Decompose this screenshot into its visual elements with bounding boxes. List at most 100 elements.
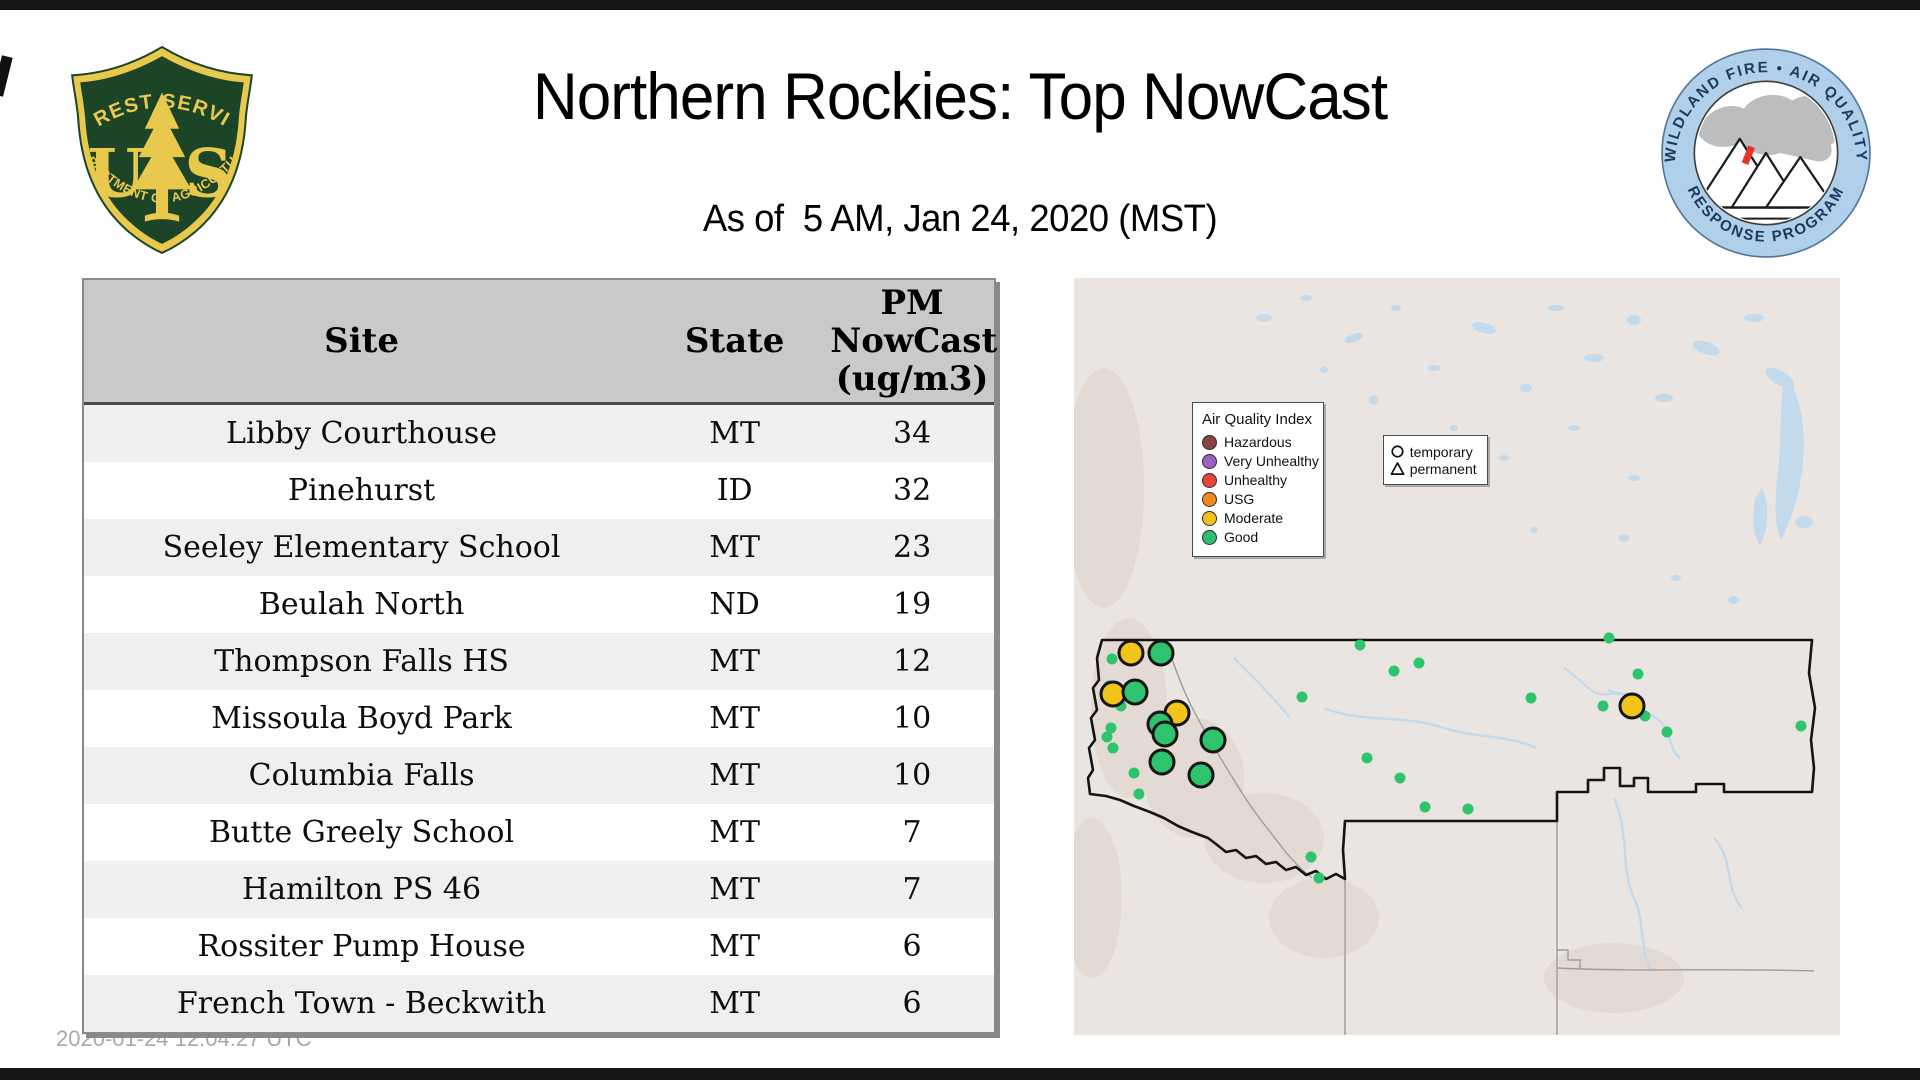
monitor-dot-small: [1107, 742, 1119, 754]
aqi-legend-label: Hazardous: [1223, 434, 1292, 451]
monitor-dot-small: [1462, 803, 1474, 815]
site-cell: Columbia Falls: [248, 758, 475, 793]
symbol-legend-item: temporary: [1390, 443, 1482, 460]
aqi-legend-label: Very Unhealthy: [1223, 453, 1319, 470]
page-subtitle: As of 5 AM, Jan 24, 2020 (MST): [702, 198, 1218, 240]
monitor-dot-small: [1354, 639, 1366, 651]
pm-value-cell: 12: [893, 644, 932, 679]
symbol-legend-item: permanent: [1390, 460, 1482, 477]
bottom-border-bar: [0, 1068, 1920, 1080]
symbol-legend: temporary permanent: [1382, 435, 1489, 486]
table-row: Missoula Boyd Park MT 10: [84, 690, 994, 747]
site-cell: Butte Greely School: [209, 815, 515, 850]
state-cell: MT: [709, 644, 760, 679]
monitor-dot-small: [1128, 767, 1140, 779]
symbol-legend-label: permanent: [1409, 460, 1477, 477]
aqi-color-dot-icon: [1201, 510, 1217, 526]
pm-value-cell: 23: [893, 530, 932, 565]
aqi-legend-item: Unhealthy: [1201, 472, 1315, 489]
monitor-dot-small: [1413, 657, 1425, 669]
aqi-legend-title: Air Quality Index: [1201, 411, 1312, 429]
pm-value-cell: 10: [893, 758, 932, 793]
state-cell: MT: [709, 986, 760, 1021]
site-cell: Hamilton PS 46: [241, 872, 482, 907]
table-header-row: Site State PM NowCast (ug/m3): [84, 280, 998, 405]
aqi-marker-moderate: [1618, 692, 1646, 720]
monitor-dot-small: [1795, 720, 1807, 732]
state-cell: MT: [709, 530, 760, 565]
table-row: Seeley Elementary School MT 23: [84, 519, 994, 576]
column-header-pm-nowcast: PM NowCast (ug/m3): [830, 280, 998, 405]
site-cell: French Town - Beckwith: [176, 986, 547, 1021]
top-border-bar: [0, 0, 1920, 10]
pm-value-cell: 10: [893, 701, 932, 736]
aqi-color-dot-icon: [1201, 434, 1217, 450]
aqi-legend-item: USG: [1201, 491, 1315, 508]
table-row: Beulah North ND 19: [84, 576, 994, 633]
monitor-dot-small: [1388, 665, 1400, 677]
site-cell: Missoula Boyd Park: [211, 701, 512, 736]
page-corner-artifact: [0, 55, 13, 97]
monitor-dot-small: [1106, 653, 1118, 665]
aqi-legend-label: Unhealthy: [1223, 472, 1287, 489]
symbol-legend-label: temporary: [1409, 443, 1473, 460]
monitor-dot-small: [1101, 731, 1113, 743]
site-cell: Libby Courthouse: [226, 416, 498, 451]
pm-header-line2: NowCast: [830, 320, 998, 361]
monitor-dot-small: [1661, 726, 1673, 738]
state-cell: ND: [709, 587, 760, 622]
aqi-marker-moderate: [1117, 639, 1145, 667]
wfaqrp-logo: WILDLAND FIRE • AIR QUALITY RESPONSE PRO…: [1661, 48, 1871, 258]
permanent-triangle-icon: [1390, 462, 1405, 476]
monitor-dot-small: [1296, 691, 1308, 703]
page-title: Northern Rockies: Top NowCast: [532, 59, 1388, 133]
site-cell: Rossiter Pump House: [197, 929, 526, 964]
monitor-dot-small: [1394, 772, 1406, 784]
fs-logo-letter-u: U: [88, 133, 146, 212]
table-row: Rossiter Pump House MT 6: [84, 918, 994, 975]
aqi-color-dot-icon: [1201, 472, 1217, 488]
pm-value-cell: 34: [893, 416, 932, 451]
aqi-color-dot-icon: [1201, 453, 1217, 469]
table-row: Pinehurst ID 32: [84, 462, 994, 519]
pm-value-cell: 7: [902, 872, 922, 907]
pm-header-line3: (ug/m3): [835, 359, 989, 400]
pm-value-cell: 6: [902, 929, 922, 964]
state-cell: MT: [709, 758, 760, 793]
column-header-site: Site: [84, 280, 640, 405]
aqi-legend-label: USG: [1223, 491, 1255, 508]
site-cell: Pinehurst: [287, 473, 436, 508]
monitor-dot-small: [1525, 692, 1537, 704]
aqi-marker-good: [1148, 748, 1176, 776]
site-cell: Seeley Elementary School: [162, 530, 561, 565]
monitor-map: Air Quality Index Hazardous Very Unhealth…: [1074, 278, 1840, 1035]
pm-value-cell: 7: [902, 815, 922, 850]
monitor-dot-small: [1419, 801, 1431, 813]
aqi-marker-good: [1121, 678, 1149, 706]
forest-service-logo: FOREST SERVICE DEPARTMENT OF AGRICULTURE…: [66, 42, 253, 255]
fs-logo-letter-s: S: [184, 133, 232, 212]
temporary-circle-icon: [1391, 445, 1404, 459]
aqi-legend-item: Hazardous: [1201, 434, 1315, 451]
monitor-dot-small: [1632, 668, 1644, 680]
aqi-marker-good: [1151, 720, 1179, 748]
monitor-dot-small: [1133, 788, 1145, 800]
state-cell: MT: [709, 701, 760, 736]
aqi-marker-good: [1147, 639, 1175, 667]
aqi-marker-good: [1187, 761, 1215, 789]
pm-value-cell: 19: [893, 587, 932, 622]
state-cell: MT: [709, 929, 760, 964]
monitor-dot-small: [1361, 752, 1373, 764]
monitor-dot-small: [1603, 632, 1615, 644]
monitor-dot-small: [1313, 872, 1325, 884]
table-row: Butte Greely School MT 7: [84, 804, 994, 861]
aqi-color-dot-icon: [1201, 529, 1217, 545]
aqi-legend-item: Moderate: [1201, 510, 1315, 526]
aqi-legend-item: Good: [1201, 529, 1315, 545]
site-cell: Thompson Falls HS: [214, 644, 509, 679]
site-cell: Beulah North: [258, 587, 465, 622]
table-row: Columbia Falls MT 10: [84, 747, 994, 804]
table-row: Hamilton PS 46 MT 7: [84, 861, 994, 918]
state-cell: MT: [709, 416, 760, 451]
pm-header-line1: PM: [880, 282, 944, 323]
